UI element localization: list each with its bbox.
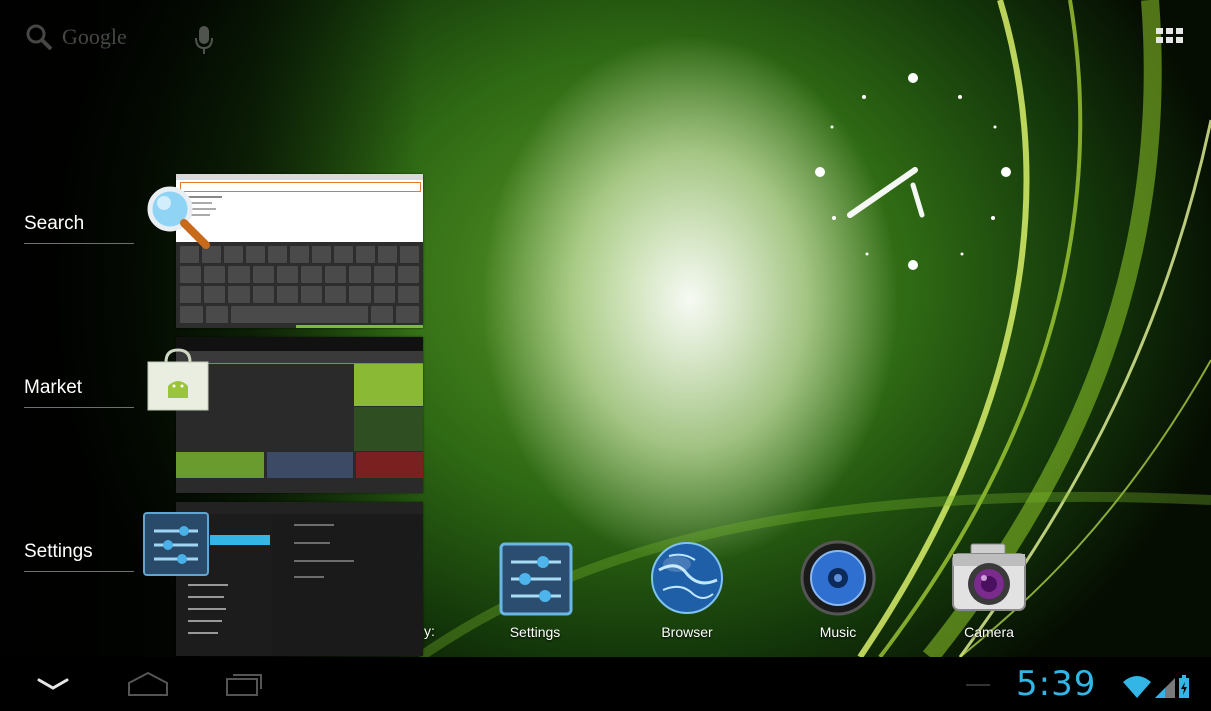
dock-app-music[interactable]: Music [793,540,883,640]
apps-grid-icon[interactable] [1156,28,1188,50]
search-icon [26,24,53,51]
mic-icon[interactable] [194,24,214,61]
recent-apps-button[interactable] [212,657,272,711]
home-icon [128,671,168,696]
back-button[interactable] [28,657,78,711]
thumb-statusbar [176,174,423,180]
recent-app-thumbnail-search[interactable] [176,174,423,328]
google-search-label: Google [62,24,127,49]
battery-charging-icon [1179,675,1189,698]
dock-label-camera: Camera [964,624,1014,640]
navbar-divider [966,684,990,686]
recent-app-label-market[interactable]: Market [24,377,134,408]
signal-icon [1155,678,1175,698]
recent-app-label-settings[interactable]: Settings [24,541,134,572]
status-clock[interactable]: 5:39 [1016,664,1096,704]
recent-apps-icon [226,674,262,696]
dock-partial-label: y: [424,623,435,639]
recent-app-thumbnail-settings[interactable] [176,502,423,656]
home-button[interactable] [118,657,178,711]
status-icons-group[interactable] [1121,672,1201,705]
dock-label-music: Music [819,624,857,640]
google-search-bar[interactable]: Google [24,22,127,52]
settings-sliders-icon [143,512,209,576]
thumb-search-field [180,182,421,192]
camera-icon [952,543,1026,611]
back-icon [37,678,69,690]
analog-clock-widget[interactable] [810,70,1020,280]
thumb-keyboard [176,242,423,328]
recent-app-label-search[interactable]: Search [24,213,134,244]
market-bag-icon [147,348,209,411]
search-magnifier-icon [147,186,210,249]
dock-label-settings: Settings [509,624,561,640]
wifi-icon [1123,676,1151,698]
recent-app-thumbnail-market[interactable] [176,337,423,493]
settings-icon [499,542,573,616]
dock-app-camera[interactable]: Camera [944,540,1034,640]
dock-app-browser[interactable]: Browser [642,540,732,640]
globe-icon [651,542,723,614]
dock-label-browser: Browser [661,624,713,640]
dock-app-settings[interactable]: Settings [490,540,580,640]
speaker-icon [800,540,876,616]
